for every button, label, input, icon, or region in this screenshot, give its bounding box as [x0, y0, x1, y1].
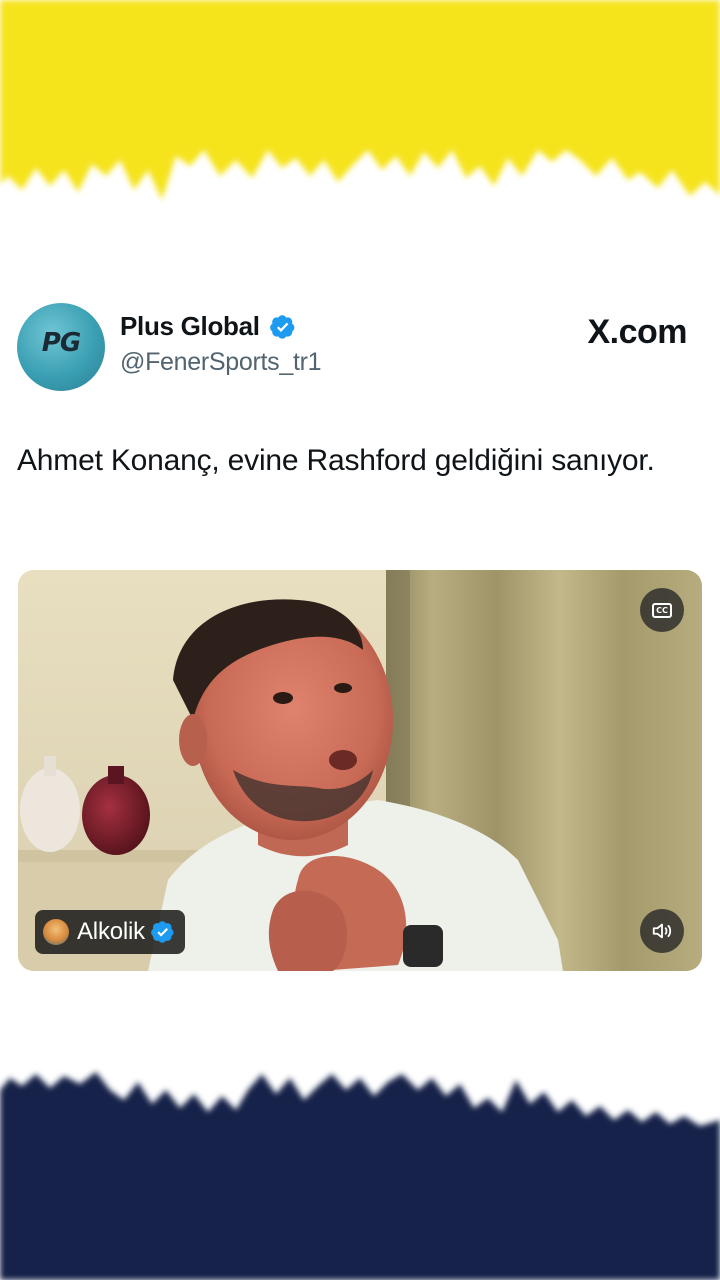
closed-captions-icon: CC: [652, 602, 672, 618]
tagged-user-name: Alkolik: [77, 918, 145, 945]
captions-button[interactable]: CC: [640, 588, 684, 632]
tweet-video[interactable]: CC Alkolik: [18, 570, 702, 971]
author-display-name[interactable]: Plus Global: [120, 311, 260, 342]
source-brand: X.com: [587, 313, 687, 351]
tweet-header: PG Plus Global @FenerSports_tr1 X.com: [17, 303, 703, 391]
tagged-user-avatar: [43, 919, 69, 945]
verified-badge-icon: [270, 314, 295, 339]
bottom-jagged-shape: [0, 1072, 720, 1280]
verified-badge-icon: [151, 921, 174, 943]
avatar-logo-text: PG: [41, 328, 81, 358]
volume-button[interactable]: [640, 909, 684, 953]
bottom-decor-band: [0, 1060, 720, 1280]
author-avatar[interactable]: PG: [17, 303, 105, 391]
author-handle[interactable]: @FenerSports_tr1: [120, 348, 322, 377]
top-decor-band: [0, 0, 720, 220]
top-jagged-shape: [0, 0, 720, 200]
speaker-muted-icon: [652, 923, 672, 939]
tweet-text: Ahmet Konanç, evine Rashford geldiğini s…: [17, 444, 655, 477]
author-names: Plus Global @FenerSports_tr1: [120, 311, 322, 377]
tagged-user[interactable]: Alkolik: [35, 910, 185, 954]
